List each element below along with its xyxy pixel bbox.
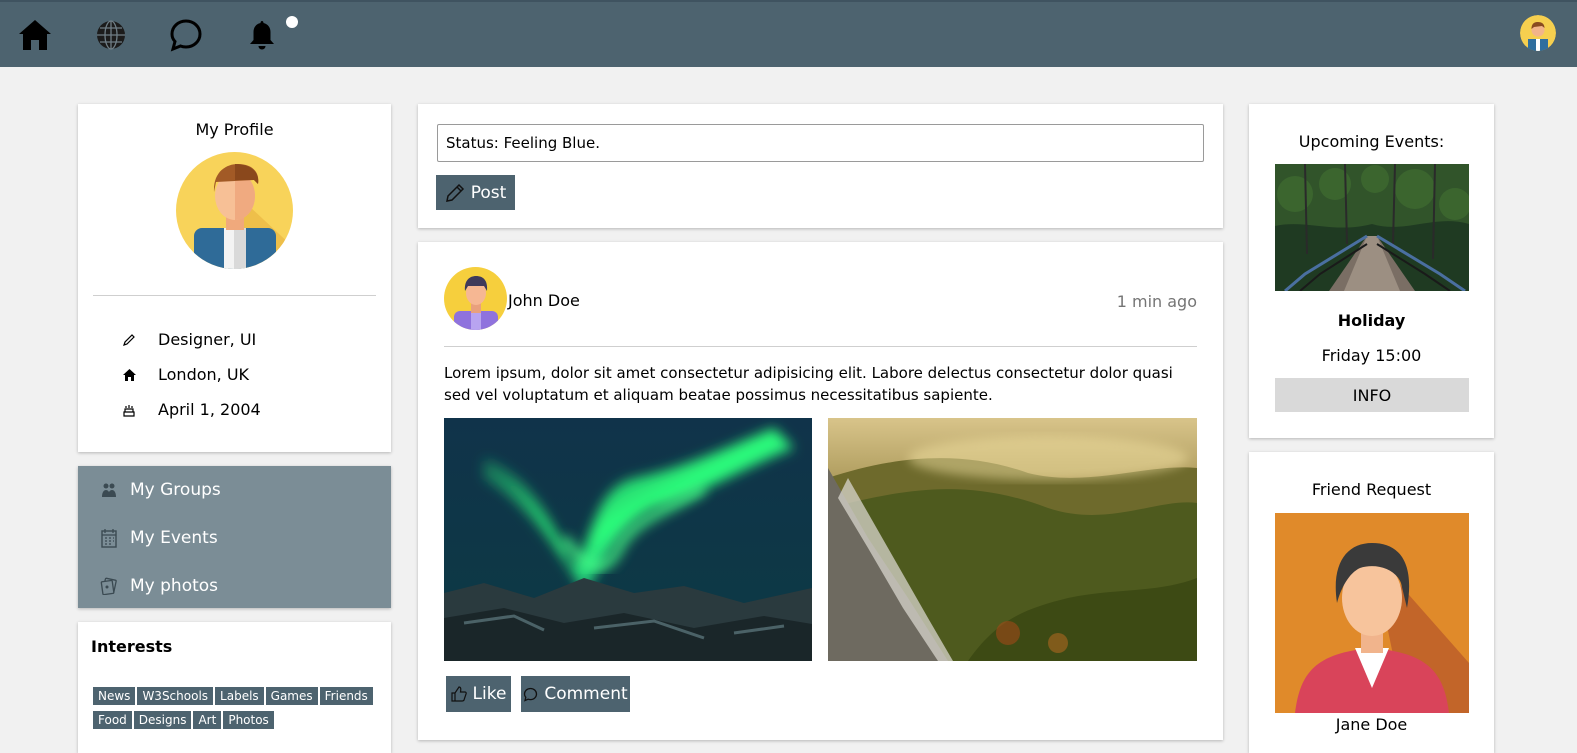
event-info-button[interactable]: INFO bbox=[1275, 378, 1469, 412]
profile-avatar bbox=[176, 152, 293, 269]
interest-tag[interactable]: Food bbox=[93, 711, 132, 729]
friend-request-title: Friend Request bbox=[1311, 480, 1432, 499]
friend-request-avatar[interactable] bbox=[1275, 513, 1469, 713]
chat-icon[interactable] bbox=[165, 14, 207, 56]
events-title: Upcoming Events: bbox=[1298, 132, 1445, 151]
menu-item-label: My Events bbox=[130, 528, 218, 548]
interest-tag[interactable]: Photos bbox=[223, 711, 274, 729]
comment-icon bbox=[523, 687, 538, 702]
profile-detail-location: London, UK bbox=[120, 365, 249, 384]
status-input[interactable] bbox=[437, 124, 1204, 162]
interest-tag[interactable]: Games bbox=[265, 687, 318, 705]
status-composer: Post bbox=[418, 104, 1223, 228]
users-icon bbox=[100, 480, 118, 500]
interest-tag[interactable]: News bbox=[93, 687, 136, 705]
interest-tag[interactable]: W3Schools bbox=[137, 687, 214, 705]
notification-dot bbox=[286, 16, 298, 28]
home-icon[interactable] bbox=[14, 14, 56, 56]
interest-tag[interactable]: Friends bbox=[319, 687, 373, 705]
pencil-icon bbox=[120, 332, 138, 348]
menu-item-groups[interactable]: My Groups bbox=[78, 466, 391, 514]
like-button-label: Like bbox=[472, 684, 507, 704]
menu-item-label: My photos bbox=[130, 576, 219, 596]
interests-title: Interests bbox=[91, 637, 173, 656]
home-icon bbox=[120, 367, 138, 383]
pencil-icon bbox=[445, 183, 465, 203]
user-avatar[interactable] bbox=[1520, 15, 1556, 51]
menu-item-label: My Groups bbox=[130, 480, 221, 500]
interest-tag[interactable]: Labels bbox=[215, 687, 264, 705]
profile-detail-text: London, UK bbox=[158, 365, 250, 384]
comment-button-label: Comment bbox=[544, 684, 628, 704]
menu-item-events[interactable]: My Events bbox=[78, 514, 391, 562]
events-card: Upcoming Events: Holiday Friday 15:00 IN… bbox=[1249, 104, 1494, 438]
post-card: John Doe 1 min ago Lorem ipsum, dolor si… bbox=[418, 242, 1223, 740]
profile-detail-birthday: April 1, 2004 bbox=[120, 400, 261, 419]
event-name: Holiday bbox=[1337, 311, 1406, 330]
interest-tag[interactable]: Art bbox=[193, 711, 222, 729]
profile-detail-text: April 1, 2004 bbox=[158, 400, 261, 419]
thumbs-up-icon bbox=[450, 686, 467, 702]
globe-icon[interactable] bbox=[90, 14, 132, 56]
post-photo-forest[interactable] bbox=[828, 418, 1197, 661]
birthday-cake-icon bbox=[120, 402, 138, 418]
event-time: Friday 15:00 bbox=[1321, 346, 1422, 365]
post-author-avatar[interactable] bbox=[444, 267, 507, 330]
bell-icon[interactable] bbox=[241, 14, 283, 56]
like-button[interactable]: Like bbox=[446, 676, 511, 712]
friend-request-card: Friend Request Jane Doe bbox=[1249, 452, 1494, 753]
menu-item-photos[interactable]: My photos bbox=[78, 562, 391, 610]
top-navbar bbox=[0, 0, 1577, 67]
post-divider bbox=[444, 346, 1197, 347]
profile-divider bbox=[93, 295, 376, 296]
friend-request-name: Jane Doe bbox=[1335, 715, 1408, 734]
comment-button[interactable]: Comment bbox=[521, 676, 630, 712]
profile-detail-text: Designer, UI bbox=[158, 330, 257, 349]
post-button[interactable]: Post bbox=[436, 175, 515, 210]
post-author-name[interactable]: John Doe bbox=[508, 291, 580, 310]
post-button-label: Post bbox=[470, 182, 507, 203]
interests-tag-list: News W3Schools Labels Games Friends Food Desig… bbox=[93, 685, 383, 733]
post-timestamp: 1 min ago bbox=[1116, 292, 1197, 311]
interests-card: Interests News W3Schools Labels Games Friend… bbox=[78, 622, 391, 753]
calendar-icon bbox=[100, 528, 118, 548]
side-menu: My Groups My Events My photos bbox=[78, 466, 391, 608]
post-photo-aurora[interactable] bbox=[444, 418, 812, 661]
profile-card: My Profile Designer, UI London, UK April… bbox=[78, 104, 391, 452]
event-image[interactable] bbox=[1275, 164, 1469, 291]
profile-title: My Profile bbox=[195, 120, 274, 139]
post-text: Lorem ipsum, dolor sit amet consectetur … bbox=[444, 364, 1173, 404]
photos-icon bbox=[100, 576, 118, 596]
profile-detail-job: Designer, UI bbox=[120, 330, 256, 349]
interest-tag[interactable]: Designs bbox=[133, 711, 192, 729]
